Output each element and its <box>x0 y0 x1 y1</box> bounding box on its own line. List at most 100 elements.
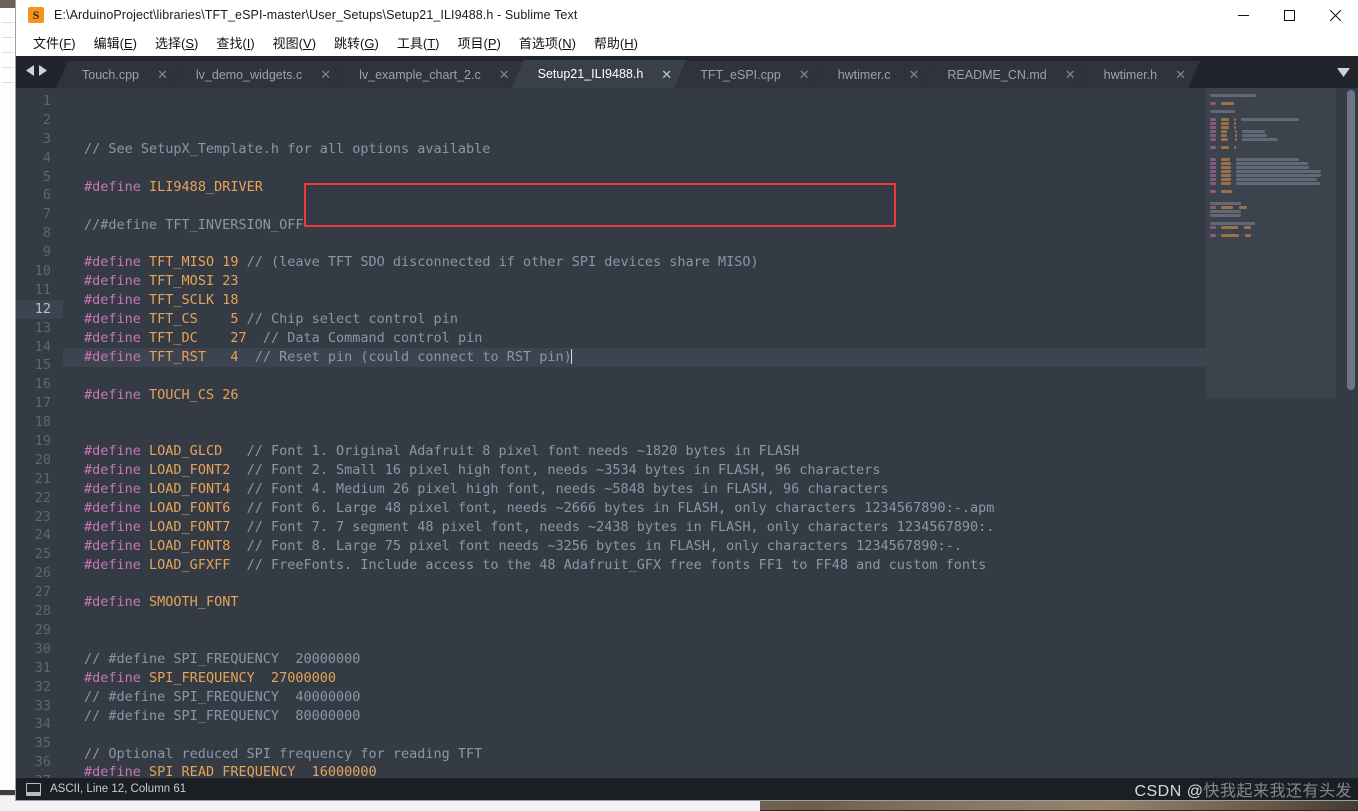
code-line[interactable]: // #define SPI_FREQUENCY 40000000 <box>63 688 1206 707</box>
code-line[interactable] <box>63 367 1206 386</box>
editor-tab-2[interactable]: lv_demo_widgets.c ✕ <box>170 61 345 88</box>
code-line[interactable]: //#define TFT_INVERSION_OFF <box>63 216 1206 235</box>
close-button[interactable] <box>1312 0 1358 30</box>
minimap-segment <box>1210 170 1217 173</box>
tab-next-icon[interactable] <box>38 63 47 81</box>
code-line[interactable] <box>63 197 1206 216</box>
tab-overflow-chevron-down-icon[interactable] <box>1328 56 1358 88</box>
tab-close-icon[interactable]: ✕ <box>499 68 510 81</box>
menu-item-paren: ) <box>194 36 199 51</box>
tab-prev-icon[interactable] <box>25 63 35 81</box>
menu-item-6[interactable]: 跳转(G) <box>325 31 388 56</box>
code-token-cm: // #define SPI_FREQUENCY 20000000 <box>84 651 361 668</box>
code-line[interactable] <box>63 612 1206 631</box>
code-line[interactable]: // #define SPI_FREQUENCY 80000000 <box>63 707 1206 726</box>
code-line[interactable]: #define TOUCH_CS 26 <box>63 386 1206 405</box>
minimap-segment <box>1221 166 1231 169</box>
code-line[interactable]: #define SPI_FREQUENCY 27000000 <box>63 669 1206 688</box>
line-number: 11 <box>34 281 51 298</box>
code-token-kw: #define <box>84 273 141 290</box>
tab-nav-arrows[interactable] <box>16 56 56 88</box>
code-token-num: 26 <box>222 386 239 403</box>
maximize-button[interactable] <box>1266 0 1312 30</box>
editor-tab-4[interactable]: Setup21_ILI9488.h ✕ <box>512 60 687 88</box>
tab-close-icon[interactable]: ✕ <box>1065 68 1076 81</box>
code-line[interactable]: #define LOAD_FONT6 // Font 6. Large 48 p… <box>63 499 1206 518</box>
menu-item-4[interactable]: 查找(I) <box>207 31 263 56</box>
code-token-id: TFT_DC <box>149 329 198 346</box>
code-line[interactable] <box>63 574 1206 593</box>
background-window-line <box>2 82 14 83</box>
code-line[interactable]: // See SetupX_Template.h for all options… <box>63 140 1206 159</box>
code-line[interactable] <box>63 726 1206 745</box>
editor-tab-1[interactable]: Touch.cpp ✕ <box>56 61 182 88</box>
menu-item-5[interactable]: 视图(V) <box>264 31 325 56</box>
code-line[interactable] <box>63 159 1206 178</box>
menu-item-10[interactable]: 帮助(H) <box>585 31 647 56</box>
line-number: 14 <box>34 338 51 355</box>
menu-item-8[interactable]: 项目(P) <box>448 31 509 56</box>
editor-tab-7[interactable]: README_CN.md ✕ <box>921 61 1089 88</box>
title-bar[interactable]: S E:\ArduinoProject\libraries\TFT_eSPI-m… <box>16 0 1358 31</box>
code-line[interactable] <box>63 404 1206 423</box>
code-line[interactable]: #define LOAD_FONT8 // Font 8. Large 75 p… <box>63 537 1206 556</box>
minimize-button[interactable] <box>1220 0 1266 30</box>
minimap-segment <box>1236 170 1322 173</box>
editor-tab-6[interactable]: hwtimer.c ✕ <box>812 61 934 88</box>
code-line[interactable]: #define LOAD_GFXFF // FreeFonts. Include… <box>63 556 1206 575</box>
tab-close-icon[interactable]: ✕ <box>799 68 810 81</box>
code-line[interactable]: // #define SPI_FREQUENCY 20000000 <box>63 650 1206 669</box>
editor-tab-3[interactable]: lv_example_chart_2.c ✕ <box>333 61 524 88</box>
minimap-segment <box>1221 158 1230 161</box>
vertical-scrollbar-thumb[interactable] <box>1347 90 1355 390</box>
code-line[interactable]: #define LOAD_FONT2 // Font 2. Small 16 p… <box>63 461 1206 480</box>
code-line[interactable]: #define TFT_SCLK 18 <box>63 291 1206 310</box>
menu-item-3[interactable]: 选择(S) <box>146 31 207 56</box>
code-line[interactable] <box>63 423 1206 442</box>
menu-item-7[interactable]: 工具(T) <box>388 31 449 56</box>
tab-close-icon[interactable]: ✕ <box>157 68 168 81</box>
background-window-left[interactable] <box>0 8 17 790</box>
tab-close-icon[interactable]: ✕ <box>320 68 331 81</box>
minimap-segment <box>1210 126 1217 129</box>
code-line[interactable]: #define TFT_MOSI 23 <box>63 272 1206 291</box>
code-token-cm: // Font 4. Medium 26 pixel high font, ne… <box>246 481 889 498</box>
tab-close-icon[interactable]: ✕ <box>908 68 919 81</box>
code-line[interactable]: #define TFT_CS 5 // Chip select control … <box>63 310 1206 329</box>
minimap-segment <box>1241 130 1266 133</box>
minimap-segment <box>1221 226 1238 229</box>
minimap-segment <box>1233 122 1236 125</box>
code-line[interactable]: #define LOAD_GLCD // Font 1. Original Ad… <box>63 442 1206 461</box>
tab-close-icon[interactable]: ✕ <box>661 68 672 81</box>
code-line[interactable]: #define LOAD_FONT4 // Font 4. Medium 26 … <box>63 480 1206 499</box>
minimap-segment <box>1221 190 1232 193</box>
code-line[interactable]: #define LOAD_FONT7 // Font 7. 7 segment … <box>63 518 1206 537</box>
code-line[interactable] <box>63 631 1206 650</box>
code-text-area[interactable]: // See SetupX_Template.h for all options… <box>63 88 1206 778</box>
code-line[interactable]: #define SMOOTH_FONT <box>63 593 1206 612</box>
menu-item-9[interactable]: 首选项(N) <box>510 31 585 56</box>
minimap[interactable] <box>1206 88 1344 778</box>
editor-tab-8[interactable]: hwtimer.h ✕ <box>1078 61 1200 88</box>
code-line[interactable] <box>63 234 1206 253</box>
vertical-scrollbar[interactable] <box>1344 88 1358 778</box>
menu-item-1[interactable]: 文件(F) <box>24 31 85 56</box>
code-token-id: TOUCH_CS <box>149 386 215 403</box>
code-line[interactable]: #define TFT_DC 27 // Data Command contro… <box>63 329 1206 348</box>
code-line[interactable]: #define SPI_READ_FREQUENCY 16000000 <box>63 763 1206 778</box>
minimap-segment <box>1210 210 1242 213</box>
tab-close-icon[interactable]: ✕ <box>1175 68 1186 81</box>
code-token-id: SMOOTH_FONT <box>149 594 239 611</box>
menu-item-paren: ) <box>311 36 317 51</box>
menu-item-2[interactable]: 编辑(E) <box>85 31 146 56</box>
code-line[interactable]: #define TFT_RST 4 // Reset pin (could co… <box>63 347 1206 367</box>
code-line[interactable]: // Optional reduced SPI frequency for re… <box>63 745 1206 764</box>
code-token-id: TFT_RST <box>149 348 206 365</box>
editor-tab-5[interactable]: TFT_eSPI.cpp ✕ <box>674 61 824 88</box>
code-token-id: LOAD_GLCD <box>149 443 223 460</box>
code-line[interactable]: #define TFT_MISO 19 // (leave TFT SDO di… <box>63 253 1206 272</box>
code-line[interactable]: #define ILI9488_DRIVER <box>63 178 1206 197</box>
